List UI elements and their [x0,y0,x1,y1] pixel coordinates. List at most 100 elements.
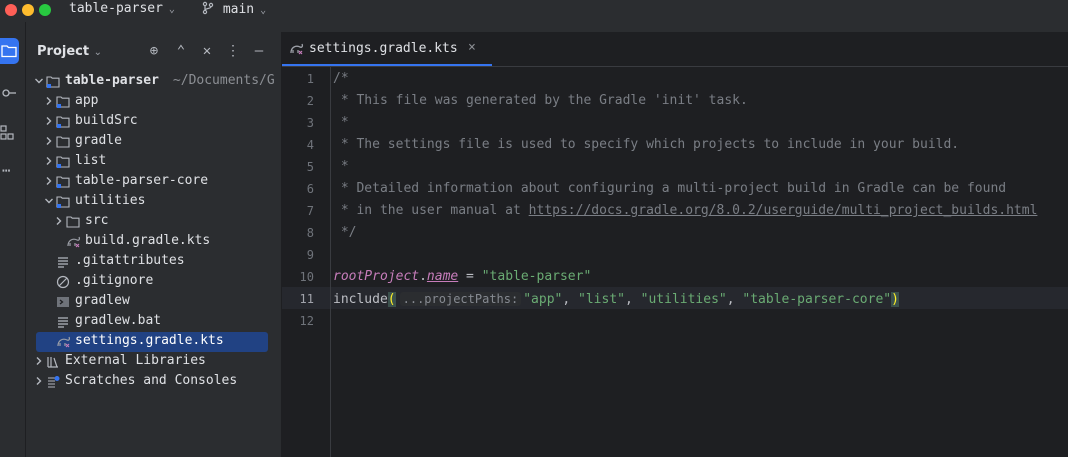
scratches-icon [46,375,60,389]
line-number: 6 [306,182,314,196]
chevron-down-icon[interactable] [34,74,44,91]
tree-item[interactable]: gradlew [26,292,281,312]
chevron-right-icon[interactable] [34,374,44,391]
string-literal: "table-parser" [481,269,592,284]
tree-item-name: table-parser [65,73,159,88]
tree-item[interactable]: utilities [26,192,281,212]
tree-item-label: gradlew.bat [75,313,161,328]
chevron-right-icon[interactable] [44,154,54,171]
gradle-kts-icon [56,335,70,349]
line-number: 12 [299,314,314,328]
title-bar: table-parser ⌄ main ⌄ [0,0,1068,22]
tab-settings-gradle-kts[interactable]: settings.gradle.kts × [282,32,492,66]
close-window-button[interactable] [5,4,17,16]
close-icon[interactable]: × [468,40,476,55]
minimize-window-button[interactable] [22,4,34,16]
locate-icon[interactable]: ⊕ [145,42,163,60]
toolwindow-header-bg [26,22,1068,32]
tree-item[interactable]: build.gradle.kts [26,232,281,252]
chevron-down-icon: ⌄ [168,4,175,15]
comment-text: * Detailed information about configuring… [333,181,1007,196]
project-toolwindow-button[interactable] [0,38,19,64]
chevron-right-icon[interactable] [44,94,54,111]
module-folder-icon [56,175,70,189]
tree-item-name: gradlew.bat [75,313,162,328]
open-paren: ( [387,292,396,307]
line-number: 4 [306,138,314,152]
string-literal: "list" [578,292,625,307]
line-number: 2 [306,94,314,108]
tree-item[interactable]: gradle [26,132,281,152]
module-folder-icon [56,95,70,109]
chevron-right-icon[interactable] [44,174,54,191]
branch-switcher[interactable]: main ⌄ [201,1,266,17]
tree-item[interactable]: app [26,92,281,112]
more-icon[interactable]: ⋯ [0,158,21,184]
name-property: name [426,269,459,284]
tree-item-name: list [75,153,107,168]
hide-icon[interactable]: — [250,42,268,60]
project-panel-title-label: Project [37,44,90,59]
tree-item-label: .gitignore [75,273,153,288]
tree-item[interactable]: .gitattributes [26,252,281,272]
shell-file-icon [56,295,70,309]
line-number: 10 [299,270,314,284]
comment-text: /* [333,71,349,86]
line-number: 8 [306,226,314,240]
tree-item[interactable]: Scratches and Consoles [26,372,281,392]
tree-item[interactable]: .gitignore [26,272,281,292]
tree-item[interactable]: table-parser ~/Documents/G [26,72,281,92]
tree-item-label: Scratches and Consoles [65,373,237,388]
tree-item[interactable]: buildSrc [26,112,281,132]
commit-toolwindow-button[interactable] [0,80,19,106]
expand-collapse-icon[interactable]: ⌃ [172,42,190,60]
close-paren: ) [891,292,899,307]
chevron-right-icon[interactable] [44,114,54,131]
options-icon[interactable]: ⋮ [224,42,242,60]
project-switcher[interactable]: table-parser ⌄ [69,1,175,16]
commit-icon [2,89,16,97]
zoom-window-button[interactable] [39,4,51,16]
chevron-down-icon[interactable] [44,194,54,211]
code-line: * This file was generated by the Gradle … [333,90,748,112]
chevron-down-icon: ⌄ [260,5,267,16]
arg-separator: , [624,292,641,307]
project-panel-title[interactable]: Project ⌄ [37,44,102,59]
tree-item[interactable]: list [26,152,281,172]
tree-item[interactable]: gradlew.bat [26,312,281,332]
tool-window-stripe: ⋯ [0,22,26,457]
parameter-hint: ...projectPaths: [399,292,522,306]
tree-item[interactable]: src [26,212,281,232]
tree-item-name: build.gradle.kts [85,233,211,248]
collapse-all-icon[interactable]: ✕ [198,42,216,60]
project-panel: Project ⌄ ⊕ ⌃ ✕ ⋮ — table-parser ~/Docume… [26,32,282,457]
tree-item-name: gradle [75,133,122,148]
code-line: include(...projectPaths: "app", "list", "… [333,288,899,310]
doc-link[interactable]: https://docs.gradle.org/8.0.2/userguide/… [529,203,1038,218]
tree-item-path: ~/Documents/G [172,73,275,88]
tree-item-label: src [85,213,108,228]
tree-item-name: Scratches and Consoles [65,373,238,388]
comment-text: * The settings file is used to specify w… [333,137,960,152]
tree-item[interactable]: settings.gradle.kts [26,332,281,352]
string-literal: "app" [523,292,563,307]
tree-item-name: src [85,213,109,228]
chevron-right-icon[interactable] [54,214,64,231]
tree-item-name: table-parser-core [75,173,209,188]
tree-item-name: utilities [75,193,146,208]
tree-item[interactable]: table-parser-core [26,172,281,192]
structure-toolwindow-button[interactable] [0,120,19,146]
code-line: * Detailed information about configuring… [333,178,1006,200]
gradle-kts-icon [66,235,80,249]
git-branch-icon [202,1,214,15]
library-icon [46,355,60,369]
tree-item-label: table-parser ~/Documents/G [65,73,275,88]
chevron-right-icon[interactable] [44,134,54,151]
comment-text: */ [333,225,357,240]
tree-item[interactable]: External Libraries [26,352,281,372]
chevron-right-icon[interactable] [34,354,44,371]
line-number: 11 [299,292,314,306]
string-literal: "table-parser-core" [742,292,892,307]
branch-name: main [222,2,255,17]
comment-text: * This file was generated by the Gradle … [333,93,748,108]
